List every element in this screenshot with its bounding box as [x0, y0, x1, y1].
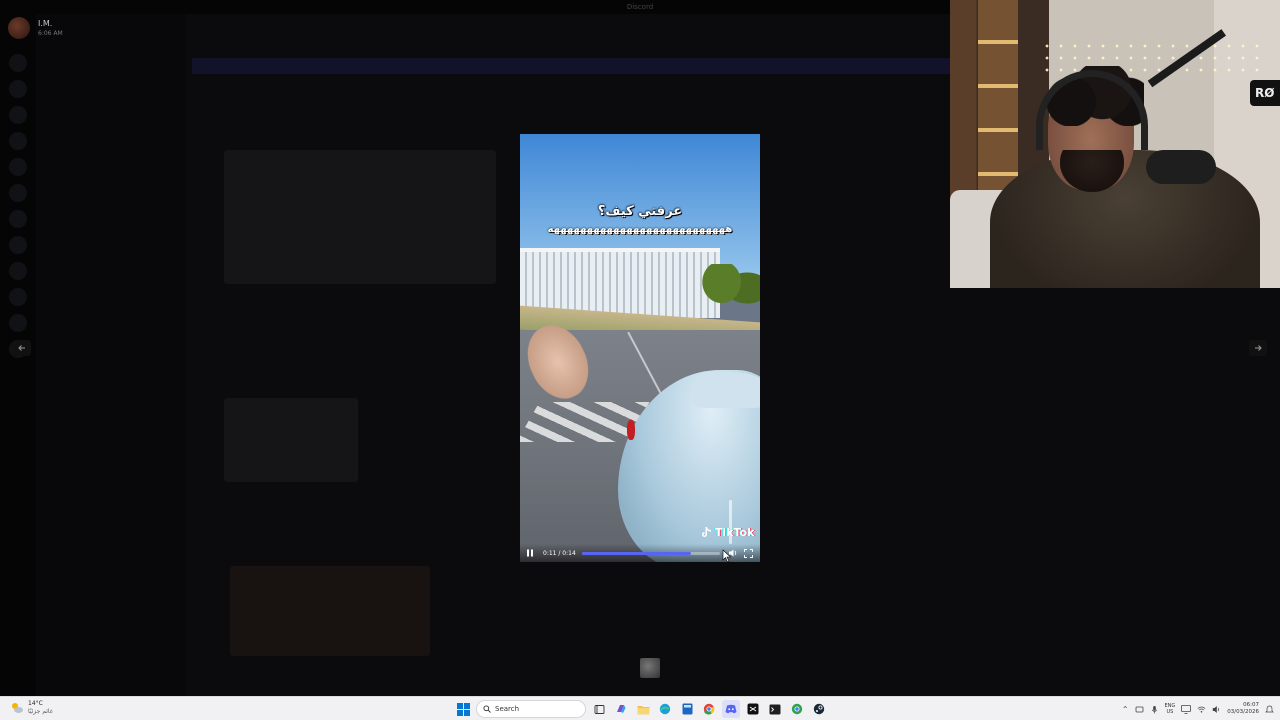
server-icon	[9, 80, 27, 98]
weather-temperature: 14°C	[28, 700, 43, 707]
terminal-button[interactable]	[766, 700, 784, 718]
wifi-icon[interactable]	[1197, 705, 1206, 714]
steam-icon	[813, 703, 825, 715]
server-icon	[9, 54, 27, 72]
notification-bell-icon[interactable]	[1265, 705, 1274, 714]
video-progress-bar[interactable]	[581, 551, 720, 555]
copilot-button[interactable]	[612, 700, 630, 718]
partly-cloudy-icon	[12, 703, 23, 713]
system-tray: ⌃ ENG US 06:07 03/03/2026	[1122, 700, 1274, 718]
video-player[interactable]: عرفتي كيف؟ هههههههههههههههههههههههههههه …	[520, 134, 760, 562]
taskbar-center: Search	[454, 700, 828, 718]
edge-icon	[659, 703, 671, 715]
server-icon	[9, 210, 27, 228]
message-timestamp: 6:06 AM	[38, 29, 63, 37]
taskbar-search[interactable]: Search	[476, 700, 586, 718]
tiktok-wordmark: TikTok	[715, 526, 755, 539]
webcam-brand-tag: RØ	[1250, 80, 1280, 106]
user-header: I.M. 6:06 AM	[8, 16, 63, 40]
task-view-button[interactable]	[590, 700, 608, 718]
chrome-icon	[703, 703, 715, 715]
tiktok-logo-icon	[702, 527, 711, 537]
edge-browser-button[interactable]	[656, 700, 674, 718]
file-explorer-button[interactable]	[634, 700, 652, 718]
video-caption-laugh: هههههههههههههههههههههههههههه	[547, 224, 733, 235]
clock-date: 03/03/2026	[1227, 709, 1259, 715]
server-icon	[9, 236, 27, 254]
speaker-icon[interactable]	[1212, 705, 1221, 714]
thumbnail-image	[640, 658, 660, 678]
network-icon[interactable]	[1135, 705, 1144, 714]
avatar	[8, 17, 30, 39]
clock-time: 06:07	[1243, 702, 1259, 708]
channel-list	[36, 14, 186, 696]
server-icon	[9, 288, 27, 306]
volume-slider[interactable]	[729, 500, 732, 544]
start-button[interactable]	[454, 700, 472, 718]
search-icon	[483, 705, 491, 713]
calculator-button[interactable]	[678, 700, 696, 718]
region-code: US	[1166, 709, 1174, 715]
notice-banner	[192, 58, 952, 74]
monitor-icon[interactable]	[1181, 704, 1192, 714]
message-image	[230, 566, 430, 656]
mic-tray-icon[interactable]	[1150, 705, 1159, 714]
server-icon	[9, 158, 27, 176]
app-button[interactable]	[788, 700, 806, 718]
server-icon	[9, 314, 27, 332]
arrow-left-icon	[18, 345, 25, 351]
user-name: I.M.	[38, 18, 53, 28]
copilot-icon	[617, 705, 626, 713]
discord-button[interactable]	[722, 700, 740, 718]
windows-logo-icon	[456, 702, 470, 716]
calculator-icon	[682, 703, 692, 715]
server-icon	[9, 262, 27, 280]
weather-widget[interactable]: 14°C غائم جزئيًا	[10, 700, 53, 716]
video-taillight	[627, 420, 635, 440]
server-icon	[9, 106, 27, 124]
server-icon	[9, 132, 27, 150]
media-thumbnail[interactable]	[640, 658, 660, 678]
search-label: Search	[495, 705, 520, 713]
chrome-icon	[791, 703, 803, 715]
mouse-cursor-icon	[722, 549, 732, 563]
video-caption: عرفتي كيف؟	[597, 204, 683, 219]
terminal-icon	[769, 704, 781, 714]
windows-taskbar: 14°C غائم جزئيًا Search ⌃ ENG US 06:07 0…	[0, 696, 1280, 720]
chevron-up-icon[interactable]: ⌃	[1122, 705, 1129, 714]
video-palm-trees	[696, 264, 760, 324]
app-button[interactable]	[744, 700, 762, 718]
steam-button[interactable]	[810, 700, 828, 718]
previous-media-button[interactable]	[13, 340, 31, 356]
arrow-right-icon	[1255, 345, 1262, 351]
video-progress-fill	[581, 551, 691, 555]
capcut-icon	[747, 703, 759, 715]
folder-icon	[637, 705, 649, 714]
video-time-readout: 0:11 / 0:14	[543, 549, 576, 557]
task-view-icon	[594, 704, 604, 714]
microphone-icon	[1146, 150, 1216, 184]
message-image	[224, 398, 358, 482]
weather-description: غائم جزئيًا	[28, 708, 53, 715]
taskbar-clock[interactable]: 06:07 03/03/2026	[1227, 702, 1259, 716]
message-image	[224, 150, 496, 284]
app-button[interactable]	[700, 700, 718, 718]
tiktok-watermark: TikTok	[700, 526, 755, 539]
webcam-person-beard	[1060, 150, 1124, 192]
language-indicator[interactable]: ENG US	[1165, 703, 1176, 715]
discord-icon	[725, 704, 737, 714]
next-media-button[interactable]	[1249, 340, 1267, 356]
pause-icon[interactable]	[525, 548, 535, 558]
fullscreen-icon[interactable]	[743, 548, 753, 558]
server-icon	[9, 184, 27, 202]
webcam-overlay: RØ	[950, 0, 1280, 288]
video-car-rear	[690, 372, 760, 408]
window-title: Discord	[626, 3, 654, 11]
